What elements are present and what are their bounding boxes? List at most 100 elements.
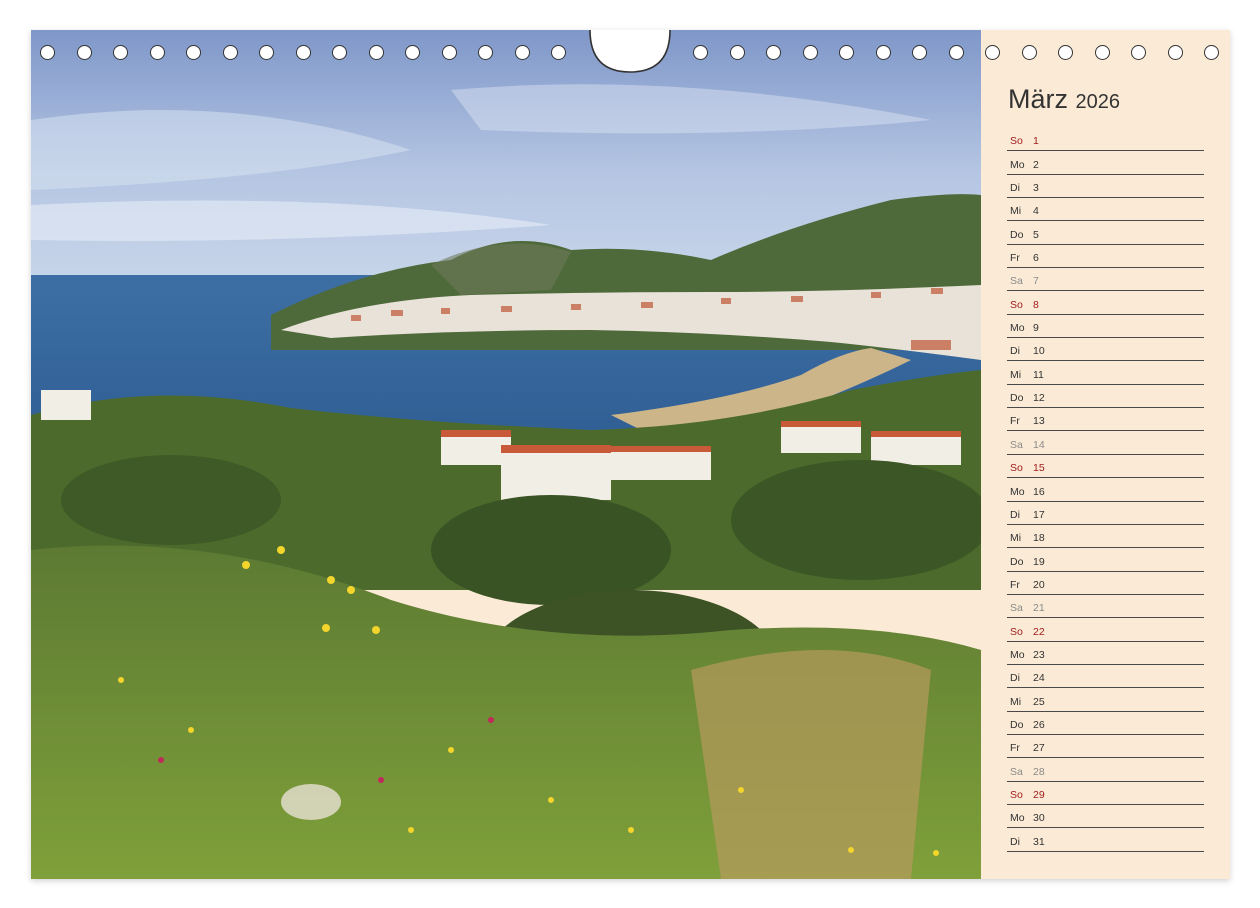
day-number: 30	[1033, 812, 1045, 825]
day-row: Mo 16	[1007, 478, 1204, 502]
weekday-label: Di	[1010, 835, 1020, 848]
weekday-label: Mi	[1010, 532, 1022, 545]
day-row: So 22	[1007, 618, 1204, 642]
day-number: 2	[1033, 158, 1039, 171]
day-row: Mo 9	[1007, 315, 1204, 339]
day-number: 16	[1033, 485, 1045, 498]
day-row: Do 26	[1007, 712, 1204, 735]
day-number: 10	[1033, 345, 1045, 358]
day-number: 1	[1033, 135, 1039, 148]
day-number: 31	[1033, 835, 1045, 848]
day-row: Mo 2	[1007, 151, 1204, 175]
day-number: 3	[1033, 182, 1039, 195]
day-row: Do 12	[1007, 385, 1204, 409]
weekday-label: Di	[1010, 672, 1020, 685]
weekday-label: Do	[1010, 392, 1024, 405]
day-row: Mi 11	[1007, 361, 1204, 385]
calendar-page: März 2026 So 1 Mo 2 Di 3 Mi 4 Do 5 Fr 6 Sa 7 So 8 Mo 9 Di 1…	[31, 30, 1230, 879]
day-row: Sa 28	[1007, 758, 1204, 782]
day-number: 13	[1033, 415, 1045, 428]
weekday-label: Sa	[1010, 602, 1023, 615]
day-number: 21	[1033, 602, 1045, 615]
day-number: 8	[1033, 298, 1039, 311]
weekday-label: Sa	[1010, 275, 1023, 288]
weekday-label: Fr	[1010, 252, 1020, 265]
day-number: 17	[1033, 508, 1045, 521]
month-sidebar: März 2026 So 1 Mo 2 Di 3 Mi 4 Do 5 Fr 6 Sa 7 So 8 Mo 9 Di 1…	[981, 30, 1230, 879]
day-number: 29	[1033, 788, 1045, 801]
day-row: Mi 25	[1007, 688, 1204, 712]
day-number: 14	[1033, 438, 1045, 451]
day-number: 5	[1033, 228, 1039, 241]
day-row: Fr 13	[1007, 408, 1204, 432]
landscape-photo	[31, 30, 981, 879]
weekday-label: So	[1010, 298, 1023, 311]
month-name: März	[1008, 84, 1068, 114]
day-row: So 8	[1007, 291, 1204, 315]
day-row: Mi 18	[1007, 525, 1204, 549]
weekday-label: Mi	[1010, 368, 1022, 381]
day-list: So 1 Mo 2 Di 3 Mi 4 Do 5 Fr 6 Sa 7 So 8 Mo 9 Di 10 Mi 11 Do 12 F…	[1007, 128, 1204, 852]
day-row: Do 5	[1007, 221, 1204, 245]
day-number: 7	[1033, 275, 1039, 288]
day-number: 22	[1033, 625, 1045, 638]
day-number: 6	[1033, 252, 1039, 265]
weekday-label: Sa	[1010, 438, 1023, 451]
day-number: 20	[1033, 578, 1045, 591]
day-number: 28	[1033, 765, 1045, 778]
day-row: Sa 7	[1007, 268, 1204, 292]
day-number: 19	[1033, 555, 1045, 568]
weekday-label: Mo	[1010, 485, 1025, 498]
day-row: Di 17	[1007, 502, 1204, 525]
day-number: 23	[1033, 648, 1045, 661]
day-row: Di 31	[1007, 828, 1204, 852]
day-row: Sa 14	[1007, 431, 1204, 455]
day-row: So 15	[1007, 455, 1204, 479]
weekday-label: Di	[1010, 182, 1020, 195]
day-number: 15	[1033, 462, 1045, 475]
weekday-label: Do	[1010, 555, 1024, 568]
day-number: 25	[1033, 695, 1045, 708]
month-title: März 2026	[1008, 84, 1120, 115]
weekday-label: Mo	[1010, 322, 1025, 335]
day-row: Sa 21	[1007, 595, 1204, 619]
weekday-label: Mo	[1010, 158, 1025, 171]
weekday-label: So	[1010, 462, 1023, 475]
weekday-label: Sa	[1010, 765, 1023, 778]
day-number: 4	[1033, 205, 1039, 218]
weekday-label: Do	[1010, 718, 1024, 731]
weekday-label: Fr	[1010, 415, 1020, 428]
weekday-label: So	[1010, 135, 1023, 148]
weekday-label: Mo	[1010, 812, 1025, 825]
day-row: Fr 20	[1007, 572, 1204, 595]
day-row: Fr 6	[1007, 245, 1204, 269]
day-row: Do 19	[1007, 548, 1204, 572]
weekday-label: Mi	[1010, 695, 1022, 708]
year-label: 2026	[1075, 91, 1121, 113]
day-number: 12	[1033, 392, 1045, 405]
day-number: 11	[1033, 368, 1044, 381]
weekday-label: Mo	[1010, 648, 1025, 661]
day-number: 9	[1033, 322, 1039, 335]
day-row: Di 24	[1007, 665, 1204, 689]
day-number: 18	[1033, 532, 1045, 545]
weekday-label: Di	[1010, 508, 1020, 521]
day-row: Fr 27	[1007, 735, 1204, 759]
weekday-label: Mi	[1010, 205, 1022, 218]
day-row: Mo 23	[1007, 642, 1204, 665]
day-row: So 1	[1007, 128, 1204, 152]
day-row: Mo 30	[1007, 805, 1204, 829]
weekday-label: So	[1010, 625, 1023, 638]
day-number: 26	[1033, 718, 1045, 731]
weekday-label: Do	[1010, 228, 1024, 241]
day-number: 24	[1033, 672, 1045, 685]
weekday-label: So	[1010, 788, 1023, 801]
day-row: So 29	[1007, 782, 1204, 805]
weekday-label: Fr	[1010, 578, 1020, 591]
day-number: 27	[1033, 742, 1045, 755]
day-row: Di 3	[1007, 175, 1204, 199]
weekday-label: Di	[1010, 345, 1020, 358]
weekday-label: Fr	[1010, 742, 1020, 755]
day-row: Di 10	[1007, 338, 1204, 362]
day-row: Mi 4	[1007, 198, 1204, 222]
